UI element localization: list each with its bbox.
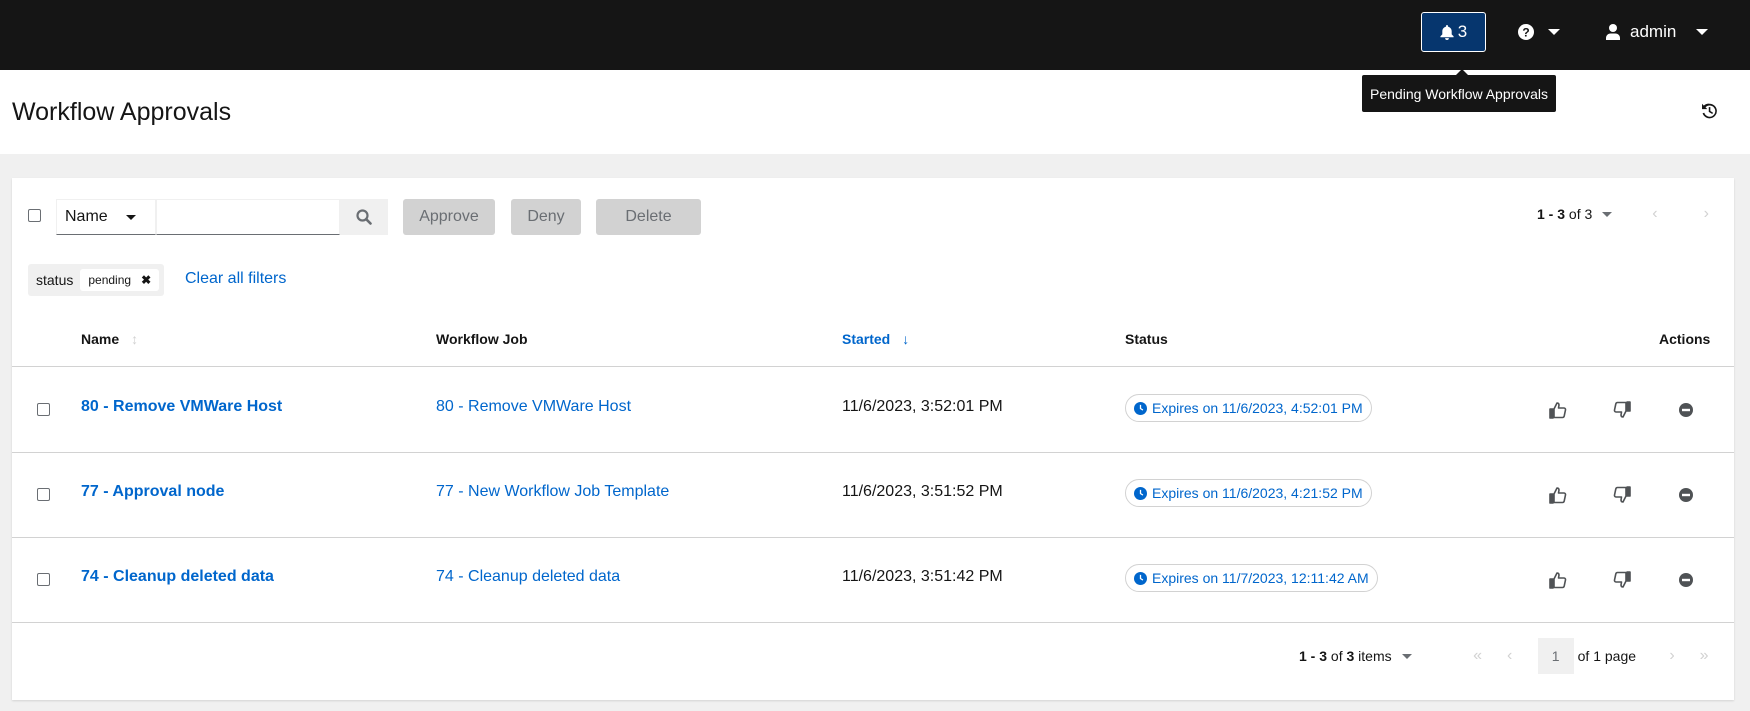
last-page-button[interactable]: »	[1688, 647, 1720, 665]
filter-field-label: Name	[65, 208, 108, 225]
workflow-job-link[interactable]: 80 - Remove VMWare Host	[436, 398, 631, 416]
history-icon[interactable]	[1700, 102, 1718, 120]
sort-down-icon: ↓	[902, 331, 910, 347]
tooltip: Pending Workflow Approvals	[1362, 69, 1556, 112]
row-divider	[12, 622, 1734, 623]
column-header-status: Status	[1125, 331, 1168, 347]
caret-down-icon	[125, 214, 136, 220]
thumbs-up-icon[interactable]	[1548, 485, 1568, 505]
close-icon[interactable]: ✖	[141, 273, 151, 287]
status-badge: Expires on 11/6/2023, 4:21:52 PM	[1125, 479, 1372, 507]
clock-icon	[1134, 571, 1147, 585]
help-menu-toggle[interactable]: ?	[1518, 18, 1560, 46]
row-checkbox[interactable]	[37, 573, 50, 586]
table-row: 77 - Approval node 77 - New Workflow Job …	[12, 452, 1734, 537]
per-page-toggle[interactable]: 1 - 3 of 3	[1537, 206, 1592, 222]
approval-name-link[interactable]: 80 - Remove VMWare Host	[81, 398, 282, 416]
svg-text:?: ?	[1522, 26, 1529, 40]
filter-field-select[interactable]: Name	[56, 199, 156, 235]
minus-circle-icon[interactable]	[1676, 570, 1696, 590]
minus-circle-icon[interactable]	[1676, 485, 1696, 505]
filter-chip-group: status pending ✖	[28, 264, 165, 296]
page-count: of 1 page	[1577, 648, 1637, 664]
delete-button[interactable]: Delete	[596, 199, 701, 235]
caret-down-icon[interactable]	[1602, 211, 1613, 217]
next-page-button[interactable]: ›	[1656, 647, 1688, 665]
approval-name-link[interactable]: 74 - Cleanup deleted data	[81, 568, 274, 586]
table-row: 80 - Remove VMWare Host 80 - Remove VMWar…	[12, 367, 1734, 452]
thumbs-down-icon[interactable]	[1612, 570, 1632, 590]
bottom-pagination: 1 - 3 of 3 items « ‹ of 1 page › »	[1299, 638, 1720, 674]
column-header-actions: Actions	[1659, 331, 1711, 347]
caret-down-icon	[1401, 653, 1412, 659]
previous-page-button[interactable]: ‹	[1652, 205, 1657, 223]
masthead: 3 ? admin	[0, 0, 1750, 70]
question-circle-icon: ?	[1518, 24, 1534, 40]
started-time: 11/6/2023, 3:52:01 PM	[842, 398, 1003, 415]
clear-all-filters-link[interactable]: Clear all filters	[185, 270, 286, 288]
next-page-button[interactable]: ›	[1704, 205, 1709, 223]
previous-page-button[interactable]: ‹	[1494, 647, 1526, 665]
row-checkbox[interactable]	[37, 488, 50, 501]
user-menu-toggle[interactable]: admin	[1606, 18, 1709, 46]
column-header-started[interactable]: Started ↓	[842, 331, 909, 347]
user-icon	[1606, 24, 1620, 40]
row-checkbox[interactable]	[37, 403, 50, 416]
page-title: Workflow Approvals	[12, 98, 232, 126]
approval-name-link[interactable]: 77 - Approval node	[81, 483, 224, 501]
clock-icon	[1134, 486, 1147, 500]
notifications-count: 3	[1457, 22, 1468, 41]
per-page-toggle[interactable]: 1 - 3 of 3 items	[1299, 648, 1412, 664]
table-row: 74 - Cleanup deleted data 74 - Cleanup de…	[12, 537, 1734, 622]
select-all-checkbox[interactable]	[28, 209, 41, 222]
sort-icon: ↕	[131, 331, 139, 347]
search-button[interactable]	[340, 199, 388, 235]
approve-button[interactable]: Approve	[403, 199, 495, 235]
chevron-down-icon	[1696, 29, 1709, 35]
chip-label: pending	[88, 273, 132, 287]
deny-button[interactable]: Deny	[511, 199, 581, 235]
thumbs-up-icon[interactable]	[1548, 570, 1568, 590]
bell-icon	[1440, 24, 1454, 40]
chevron-down-icon	[1548, 29, 1560, 35]
minus-circle-icon[interactable]	[1676, 400, 1696, 420]
thumbs-down-icon[interactable]	[1612, 400, 1632, 420]
workflow-approvals-card: Name Approve Deny Delete 1 - 3 of 3 ‹ › …	[12, 178, 1734, 700]
started-time: 11/6/2023, 3:51:42 PM	[842, 568, 1003, 585]
page-number-input[interactable]	[1537, 638, 1574, 674]
search-icon	[356, 209, 372, 225]
workflow-job-link[interactable]: 74 - Cleanup deleted data	[436, 568, 620, 586]
chip-category: status	[36, 272, 74, 288]
started-time: 11/6/2023, 3:51:52 PM	[842, 483, 1003, 500]
search-input[interactable]	[156, 199, 340, 235]
filter-chip: pending ✖	[80, 269, 160, 291]
column-header-name[interactable]: Name ↕	[81, 331, 138, 347]
user-name: admin	[1630, 22, 1677, 41]
thumbs-down-icon[interactable]	[1612, 485, 1632, 505]
status-badge: Expires on 11/6/2023, 4:52:01 PM	[1125, 394, 1372, 422]
column-header-workflow-job: Workflow Job	[436, 331, 528, 347]
notifications-button[interactable]: 3	[1421, 12, 1486, 52]
top-pagination: 1 - 3 of 3 ‹ ›	[1537, 205, 1709, 223]
clock-icon	[1134, 401, 1147, 415]
workflow-job-link[interactable]: 77 - New Workflow Job Template	[436, 483, 669, 501]
status-badge: Expires on 11/7/2023, 12:11:42 AM	[1125, 564, 1378, 592]
thumbs-up-icon[interactable]	[1548, 400, 1568, 420]
first-page-button[interactable]: «	[1462, 647, 1494, 665]
